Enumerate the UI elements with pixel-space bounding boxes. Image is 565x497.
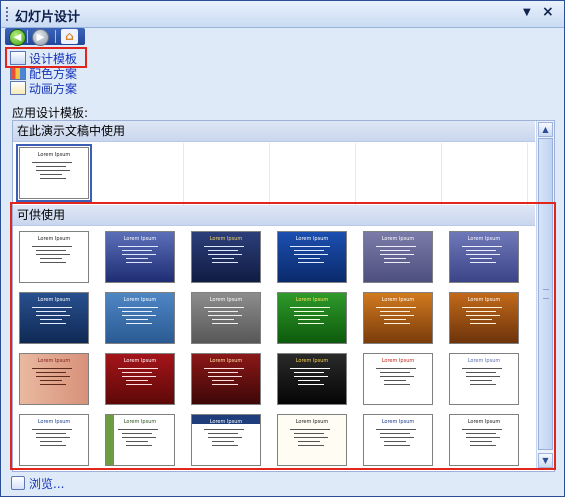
thumbnail-text-line xyxy=(36,170,70,171)
apply-template-label: 应用设计模板: xyxy=(12,106,89,120)
close-icon[interactable]: × xyxy=(542,4,554,20)
empty-slot xyxy=(357,143,442,205)
animation-scheme-icon xyxy=(10,81,26,95)
scroll-up-icon[interactable]: ▲ xyxy=(538,122,553,137)
empty-slot xyxy=(271,143,356,205)
browse-link[interactable]: 浏览... xyxy=(11,475,64,491)
thumbnail-title: Lorem Ipsum xyxy=(37,152,71,158)
back-arrow-icon[interactable]: ◀ xyxy=(9,29,26,46)
empty-slot xyxy=(443,143,528,205)
template-thumbnail: Lorem Ipsum xyxy=(16,144,92,202)
grip-handle[interactable] xyxy=(6,7,11,21)
template-item[interactable]: Lorem Ipsum xyxy=(13,143,98,205)
forward-arrow-icon[interactable]: ▶ xyxy=(32,29,49,46)
pane-nav-bar: ◀ ▶ ⌂ xyxy=(1,28,564,46)
pane-titlebar: 幻灯片设计 ▼ × xyxy=(1,1,564,28)
browse-icon xyxy=(11,476,25,490)
thumbnail-text-line xyxy=(40,178,66,179)
slide-design-pane: 幻灯片设计 ▼ × ◀ ▶ ⌂ 设计模板 配色方案 动画方案 应用设计模板: 在… xyxy=(0,0,565,497)
group-header-in-use: 在此演示文稿中使用 xyxy=(13,121,535,142)
thumbnail-text-line xyxy=(40,174,62,175)
nav-separator xyxy=(27,30,28,43)
thumbnail-text-line xyxy=(36,166,66,167)
pane-menu-arrow-icon[interactable]: ▼ xyxy=(523,7,531,18)
highlight-box-available xyxy=(10,202,556,470)
color-scheme-icon xyxy=(10,66,26,80)
browse-label: 浏览... xyxy=(29,476,65,491)
nav-buttons: ◀ ▶ ⌂ xyxy=(5,28,85,46)
highlight-box-design-template xyxy=(5,47,87,68)
pane-title: 幻灯片设计 xyxy=(15,10,81,25)
animation-scheme-link[interactable]: 动画方案 xyxy=(10,80,77,96)
thumbnail-text-line xyxy=(32,162,72,163)
nav-separator xyxy=(55,30,56,43)
animation-scheme-label: 动画方案 xyxy=(29,81,78,96)
empty-slot xyxy=(185,143,270,205)
empty-slot xyxy=(99,143,184,205)
home-icon[interactable]: ⌂ xyxy=(61,29,78,44)
